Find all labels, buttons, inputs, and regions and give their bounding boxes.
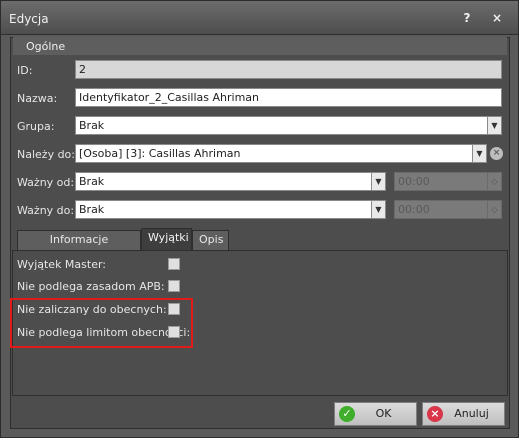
cancel-button[interactable]: × Anuluj: [422, 402, 505, 426]
group-title: Ogólne: [26, 40, 66, 53]
ok-button[interactable]: ✓ OK: [334, 402, 417, 426]
id-label: ID:: [17, 64, 33, 77]
valid-to-dropdown-icon[interactable]: ▼: [371, 200, 386, 219]
tab-exceptions[interactable]: Wyjątki: [141, 228, 192, 250]
ok-label: OK: [375, 407, 392, 420]
id-field: 2: [75, 60, 502, 79]
belongs-select[interactable]: [Osoba] [3]: Casillas Ahriman: [75, 144, 473, 163]
name-input[interactable]: Identyfikator_2_Casillas Ahriman: [75, 88, 502, 107]
valid-to-time: 00:00: [394, 200, 488, 219]
tab-description[interactable]: Opis: [192, 230, 229, 250]
group-select[interactable]: Brak: [75, 116, 488, 135]
master-exception-checkbox[interactable]: [168, 258, 180, 270]
valid-from-dropdown-icon[interactable]: ▼: [371, 172, 386, 191]
exception-label: Nie podlega zasadom APB:: [17, 280, 165, 293]
valid-from-time-spinner-icon: ◇: [487, 172, 502, 191]
belongs-dropdown-icon[interactable]: ▼: [472, 144, 487, 163]
valid-from-label: Ważny od:: [17, 176, 75, 189]
group-header: [13, 37, 507, 55]
highlight-box: [10, 298, 193, 348]
belongs-label: Należy do:: [17, 148, 75, 161]
tab-additional-info[interactable]: Informacje dodatkowe: [17, 230, 141, 264]
group-dropdown-icon[interactable]: ▼: [487, 116, 502, 135]
window-title: Edycja: [9, 12, 49, 26]
apb-exception-checkbox[interactable]: [168, 280, 180, 292]
cancel-label: Anuluj: [454, 407, 489, 420]
name-label: Nazwa:: [17, 92, 58, 105]
close-icon[interactable]: ×: [489, 10, 505, 26]
clear-icon[interactable]: ×: [490, 147, 503, 160]
valid-to-label: Ważny do:: [17, 204, 75, 217]
valid-from-select[interactable]: Brak: [75, 172, 372, 191]
title-bar: Edycja ? ×: [1, 1, 518, 35]
group-label: Grupa:: [17, 120, 55, 133]
help-icon[interactable]: ?: [459, 10, 475, 26]
exception-label: Wyjątek Master:: [17, 258, 107, 271]
valid-to-select[interactable]: Brak: [75, 200, 372, 219]
edit-dialog: Edycja ? × Ogólne ID: 2 Nazwa: Identyfik…: [0, 0, 519, 438]
valid-to-time-spinner-icon: ◇: [487, 200, 502, 219]
valid-from-time: 00:00: [394, 172, 488, 191]
